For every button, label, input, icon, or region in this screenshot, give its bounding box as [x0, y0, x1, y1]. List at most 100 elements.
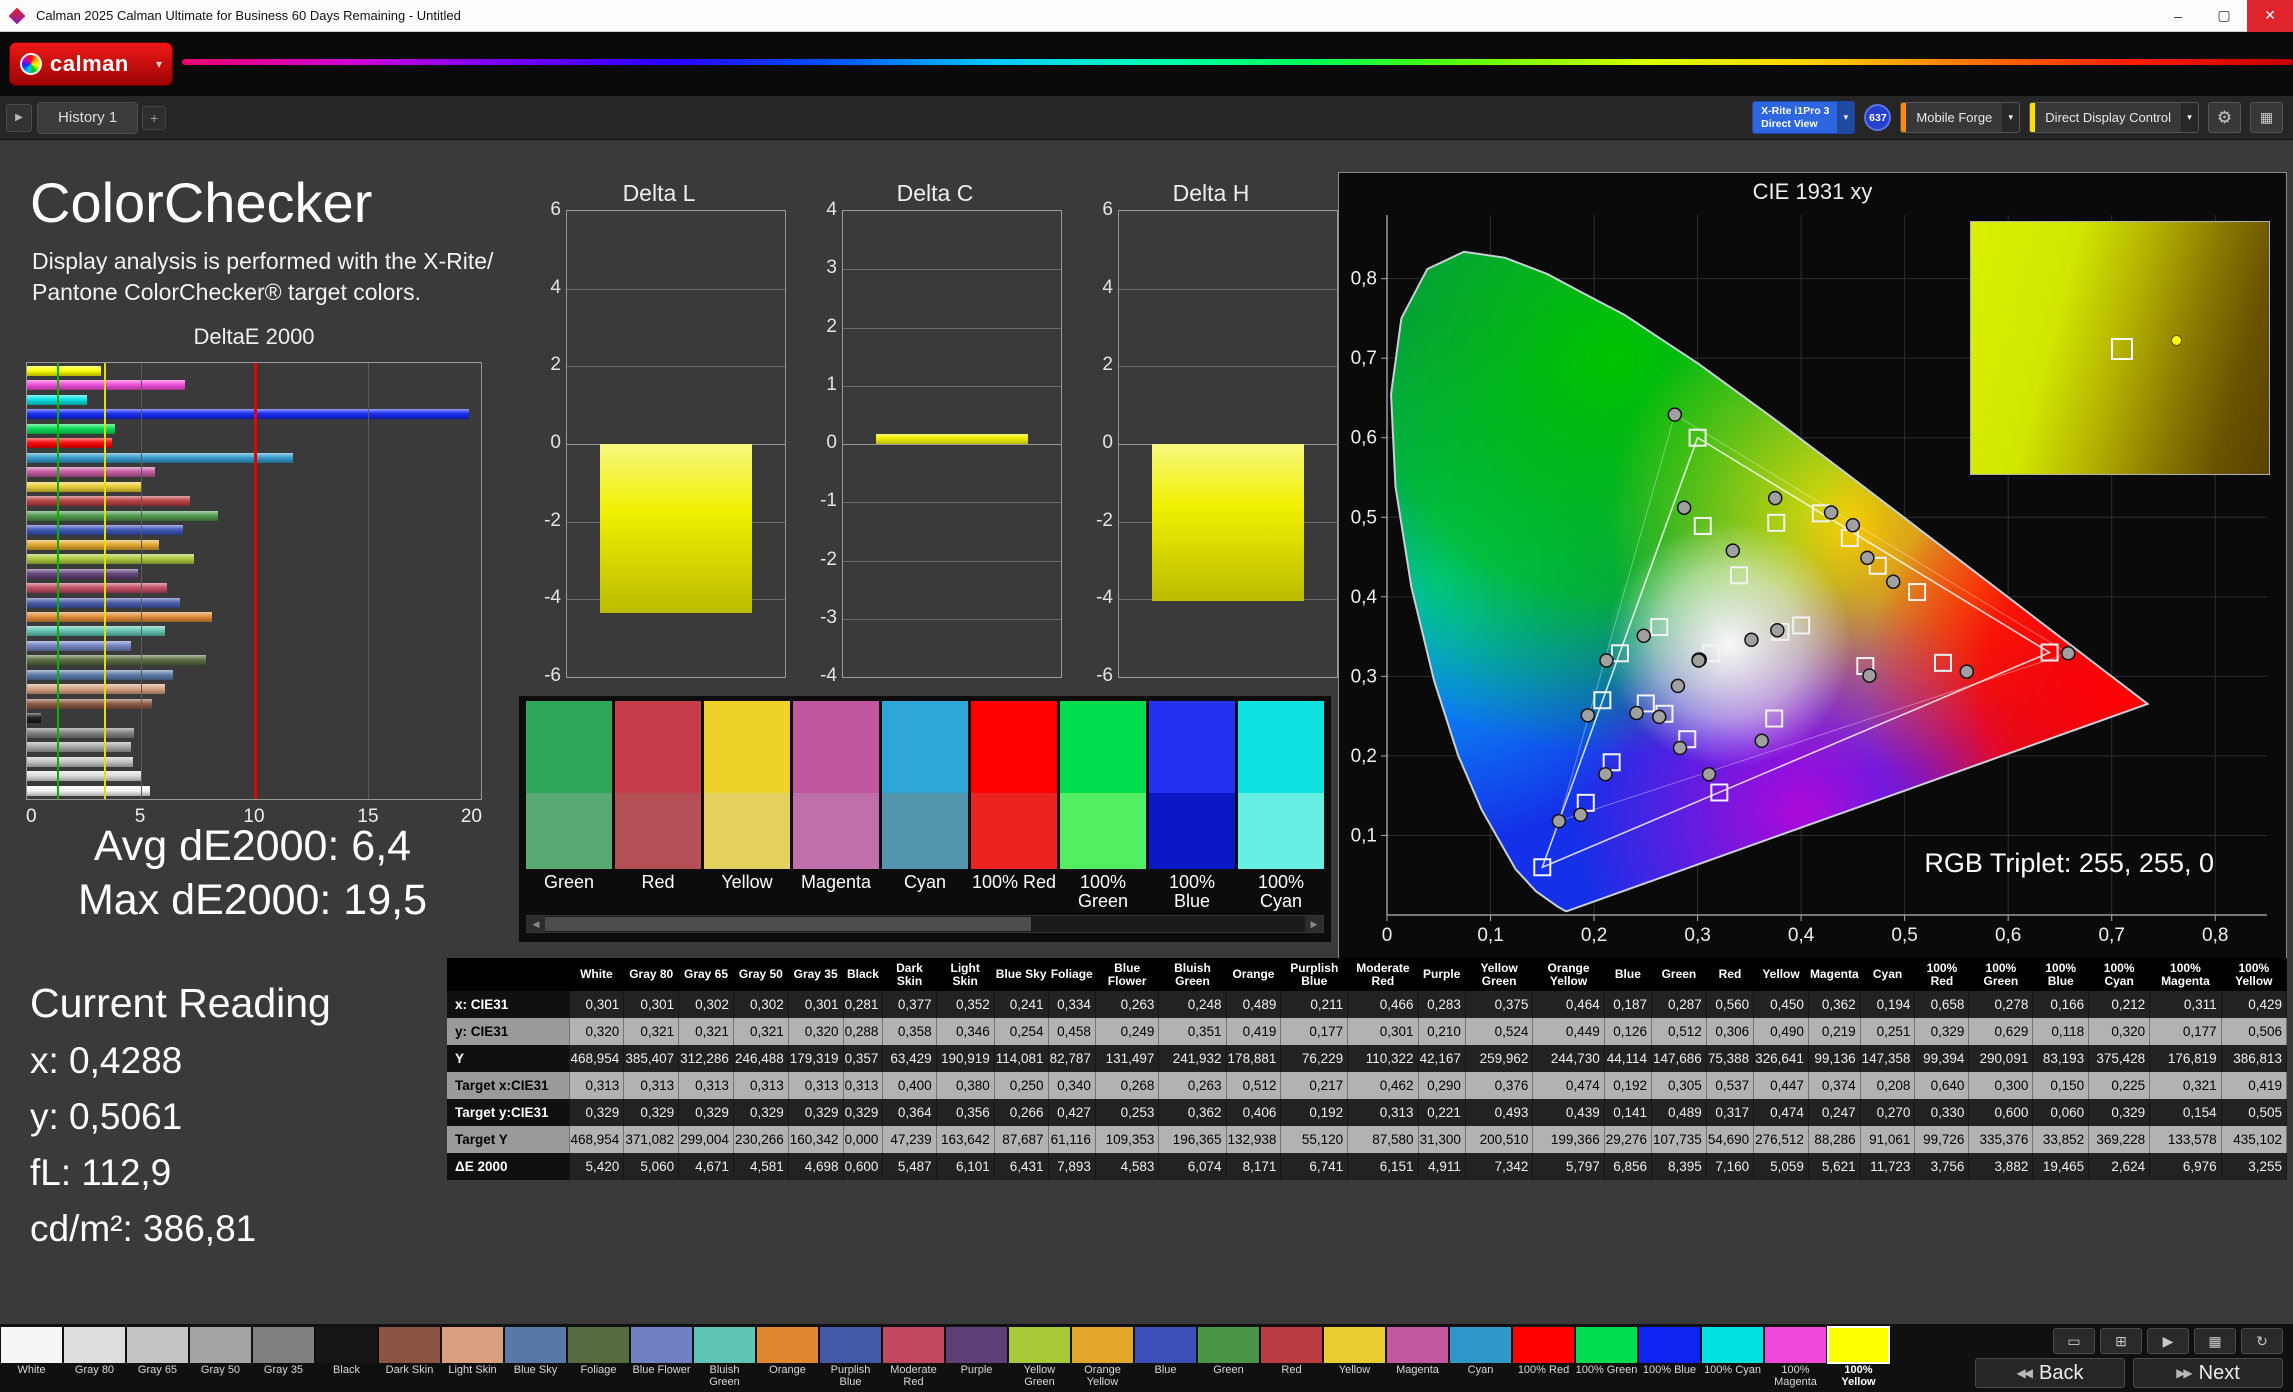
table-cell: 0,301 [624, 991, 679, 1018]
patch-swatch[interactable] [694, 1327, 755, 1363]
patch-swatch[interactable] [946, 1327, 1007, 1363]
patch-button[interactable]: 100% Yellow [1827, 1324, 1890, 1392]
patch-swatch[interactable] [127, 1327, 188, 1363]
table-cell: 0,419 [2221, 1072, 2286, 1099]
patch-button[interactable]: Orange Yellow [1071, 1324, 1134, 1392]
gear-icon[interactable]: ⚙ [2208, 102, 2241, 133]
patch-button[interactable]: Gray 50 [189, 1324, 252, 1392]
scrollbar-track[interactable] [545, 916, 1305, 932]
workspace-icon[interactable]: ▦ [2194, 1328, 2236, 1354]
patch-swatch[interactable] [757, 1327, 818, 1363]
patch-swatch[interactable] [1576, 1327, 1637, 1363]
back-button[interactable]: ◀◀ Back [1975, 1358, 2125, 1388]
patch-swatch[interactable] [568, 1327, 629, 1363]
table-col-header: 100% Red [1915, 958, 1969, 991]
scrollbar-thumb[interactable] [545, 917, 1031, 931]
table-cell: 0,313 [733, 1072, 788, 1099]
patch-button[interactable]: 100% Magenta [1764, 1324, 1827, 1392]
table-cell: 6,151 [1348, 1153, 1418, 1180]
patch-swatch[interactable] [883, 1327, 944, 1363]
chevron-down-icon[interactable]: ▾ [2181, 103, 2198, 132]
patch-button[interactable]: Blue [1134, 1324, 1197, 1392]
chevron-down-icon[interactable]: ▾ [156, 57, 162, 71]
patch-button[interactable]: Foliage [567, 1324, 630, 1392]
patch-button[interactable]: Gray 65 [126, 1324, 189, 1392]
patch-button[interactable]: Bluish Green [693, 1324, 756, 1392]
patch-button[interactable]: Red [1260, 1324, 1323, 1392]
patch-button[interactable]: 100% Cyan [1701, 1324, 1764, 1392]
patch-button[interactable]: Moderate Red [882, 1324, 945, 1392]
patch-button[interactable]: White [0, 1324, 63, 1392]
next-button[interactable]: ▶▶ Next [2133, 1358, 2283, 1388]
play-icon[interactable]: ▶ [2147, 1328, 2189, 1354]
scroll-right-icon[interactable]: ▶ [1305, 916, 1323, 932]
patch-button[interactable]: Gray 80 [63, 1324, 126, 1392]
patch-button[interactable]: 100% Blue [1638, 1324, 1701, 1392]
patch-button[interactable]: 100% Red [1512, 1324, 1575, 1392]
table-cell: 0,263 [1095, 991, 1159, 1018]
source-selector[interactable]: Mobile Forge ▾ [1900, 102, 2020, 133]
tab-history-1[interactable]: History 1 [37, 102, 138, 134]
layout-grid-icon[interactable]: ▦ [2250, 102, 2283, 133]
patch-swatch[interactable] [1, 1327, 62, 1363]
minimize-button[interactable]: – [2155, 0, 2201, 32]
table-cell: 7,893 [1048, 1153, 1095, 1180]
patch-button[interactable]: Magenta [1386, 1324, 1449, 1392]
patch-button[interactable]: Yellow Green [1008, 1324, 1071, 1392]
patch-button[interactable]: Blue Flower [630, 1324, 693, 1392]
patch-button[interactable]: 100% Green [1575, 1324, 1638, 1392]
table-cell: 0,288 [843, 1018, 883, 1045]
nav-toggle-button[interactable]: ▶ [6, 104, 32, 132]
patch-swatch[interactable] [442, 1327, 503, 1363]
patch-swatch[interactable] [190, 1327, 251, 1363]
patch-button[interactable]: Gray 35 [252, 1324, 315, 1392]
patch-button[interactable]: Orange [756, 1324, 819, 1392]
maximize-button[interactable]: ▢ [2201, 0, 2247, 32]
table-col-header: Foliage [1048, 958, 1095, 991]
patch-swatch[interactable] [820, 1327, 881, 1363]
meter-selector[interactable]: X-Rite i1Pro 3 Direct View ▾ [1752, 101, 1855, 134]
patch-swatch[interactable] [379, 1327, 440, 1363]
patch-swatch[interactable] [64, 1327, 125, 1363]
patch-swatch[interactable] [1387, 1327, 1448, 1363]
calman-logo[interactable]: calman ▾ [10, 43, 172, 85]
patch-button[interactable]: Black [315, 1324, 378, 1392]
patch-swatch[interactable] [1009, 1327, 1070, 1363]
monitor-icon[interactable]: ▭ [2053, 1328, 2095, 1354]
patch-swatch[interactable] [631, 1327, 692, 1363]
table-cell: 0,248 [1159, 991, 1226, 1018]
swatch-scrollbar[interactable]: ◀ ▶ [526, 915, 1324, 933]
chevron-down-icon[interactable]: ▾ [2002, 103, 2019, 132]
patch-swatch[interactable] [505, 1327, 566, 1363]
table-cell: 468,954 [569, 1126, 624, 1153]
patch-button[interactable]: Green [1197, 1324, 1260, 1392]
patch-button[interactable]: Light Skin [441, 1324, 504, 1392]
patch-button[interactable]: Cyan [1449, 1324, 1512, 1392]
display-control-selector[interactable]: Direct Display Control ▾ [2029, 102, 2199, 133]
patch-button[interactable]: Purplish Blue [819, 1324, 882, 1392]
chevron-down-icon[interactable]: ▾ [1837, 102, 1854, 133]
patch-swatch[interactable] [1765, 1327, 1826, 1363]
patch-swatch[interactable] [1135, 1327, 1196, 1363]
patch-button[interactable]: Dark Skin [378, 1324, 441, 1392]
patch-swatch[interactable] [316, 1327, 377, 1363]
patch-swatch[interactable] [1072, 1327, 1133, 1363]
patch-swatch[interactable] [1513, 1327, 1574, 1363]
patch-button[interactable]: Yellow [1323, 1324, 1386, 1392]
patch-swatch[interactable] [1324, 1327, 1385, 1363]
patch-button[interactable]: Blue Sky [504, 1324, 567, 1392]
patch-swatch[interactable] [1450, 1327, 1511, 1363]
scroll-left-icon[interactable]: ◀ [527, 916, 545, 932]
patch-button[interactable]: Purple [945, 1324, 1008, 1392]
close-button[interactable]: ✕ [2247, 0, 2293, 32]
patch-swatch[interactable] [1702, 1327, 1763, 1363]
refresh-icon[interactable]: ↻ [2241, 1328, 2283, 1354]
patch-swatch[interactable] [1828, 1327, 1889, 1363]
patch-swatch[interactable] [253, 1327, 314, 1363]
patch-swatch[interactable] [1261, 1327, 1322, 1363]
patch-swatch[interactable] [1198, 1327, 1259, 1363]
patch-swatch[interactable] [1639, 1327, 1700, 1363]
add-tab-button[interactable]: + [142, 106, 166, 130]
pattern-window-icon[interactable]: ⊞ [2100, 1328, 2142, 1354]
cie-measured-point [1581, 709, 1594, 722]
